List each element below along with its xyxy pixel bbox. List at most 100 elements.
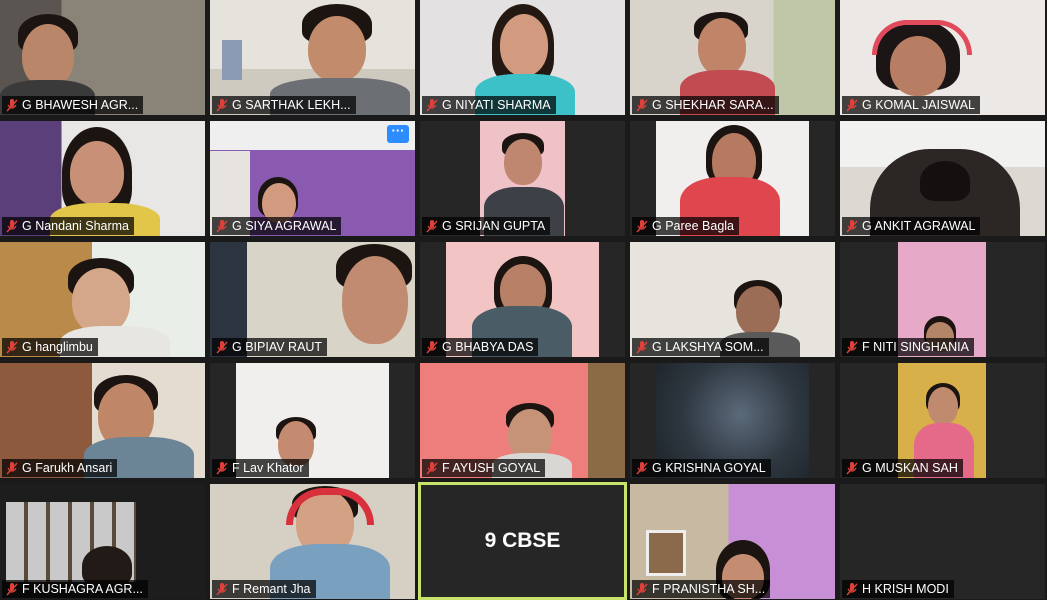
participant-name-tag: G BHAWESH AGR... <box>2 96 144 114</box>
participant-name: G KOMAL JAISWAL <box>862 98 975 112</box>
participant-name: G LAKSHYA SOM... <box>652 340 764 354</box>
participant-name-tag: G MUSKAN SAH <box>842 459 963 477</box>
participant-name: F NITI SINGHANIA <box>862 340 969 354</box>
participant-name: F PRANISTHA SH... <box>652 582 766 596</box>
participant-name-label: 9 CBSE <box>484 529 561 552</box>
participant-name: G BHABYA DAS <box>442 340 534 354</box>
participant-name: G BHAWESH AGR... <box>22 98 139 112</box>
muted-mic-icon <box>636 461 648 475</box>
participant-tile[interactable]: G hanglimbu <box>0 242 205 357</box>
muted-mic-icon <box>216 98 228 112</box>
participant-tile[interactable]: G KRISHNA GOYAL <box>630 363 835 478</box>
participant-tile[interactable]: G BHABYA DAS <box>420 242 625 357</box>
participant-name: G ANKIT AGRAWAL <box>862 219 976 233</box>
muted-mic-icon <box>6 98 18 112</box>
muted-mic-icon <box>426 219 438 233</box>
participant-name-tag: F Lav Khator <box>212 459 309 477</box>
participant-tile[interactable]: ··· G SIYA AGRAWAL <box>210 121 415 236</box>
participant-name: G MUSKAN SAH <box>862 461 958 475</box>
participant-tile[interactable]: G Nandani Sharma <box>0 121 205 236</box>
participant-name: G SRIJAN GUPTA <box>442 219 546 233</box>
muted-mic-icon <box>216 340 228 354</box>
participant-name-tag: G BIPIAV RAUT <box>212 338 328 356</box>
gallery-view-grid: G BHAWESH AGR... G SARTHAK LEKH... G NIY… <box>0 0 1047 600</box>
participant-name-tag: G Nandani Sharma <box>2 217 135 235</box>
muted-mic-icon <box>636 98 648 112</box>
muted-mic-icon <box>426 461 438 475</box>
participant-name: G Farukh Ansari <box>22 461 113 475</box>
participant-name: F AYUSH GOYAL <box>442 461 541 475</box>
muted-mic-icon <box>216 461 228 475</box>
muted-mic-icon <box>216 582 228 596</box>
muted-mic-icon <box>636 582 648 596</box>
participant-name: G Nandani Sharma <box>22 219 130 233</box>
participant-name-tag: F NITI SINGHANIA <box>842 338 974 356</box>
participant-tile[interactable]: G BHAWESH AGR... <box>0 0 205 115</box>
muted-mic-icon <box>6 219 18 233</box>
participant-name: G NIYATI SHARMA <box>442 98 551 112</box>
participant-name-tag: G SIYA AGRAWAL <box>212 217 342 235</box>
muted-mic-icon <box>636 219 648 233</box>
muted-mic-icon <box>636 340 648 354</box>
muted-mic-icon <box>6 461 18 475</box>
participant-tile[interactable]: G LAKSHYA SOM... <box>630 242 835 357</box>
participant-name: H KRISH MODI <box>862 582 949 596</box>
participant-tile[interactable]: G ANKIT AGRAWAL <box>840 121 1045 236</box>
participant-name-tag: G ANKIT AGRAWAL <box>842 217 981 235</box>
participant-name: G SIYA AGRAWAL <box>232 219 337 233</box>
muted-mic-icon <box>846 340 858 354</box>
participant-tile[interactable]: G NIYATI SHARMA <box>420 0 625 115</box>
muted-mic-icon <box>846 219 858 233</box>
participant-name: G BIPIAV RAUT <box>232 340 323 354</box>
participant-tile[interactable]: F KUSHAGRA AGR... <box>0 484 205 599</box>
participant-tile[interactable]: G KOMAL JAISWAL <box>840 0 1045 115</box>
more-options-button[interactable]: ··· <box>387 124 409 143</box>
participant-name-tag: F PRANISTHA SH... <box>632 580 771 598</box>
muted-mic-icon <box>846 461 858 475</box>
participant-tile[interactable]: F NITI SINGHANIA <box>840 242 1045 357</box>
participant-tile[interactable]: G MUSKAN SAH <box>840 363 1045 478</box>
participant-name-tag: H KRISH MODI <box>842 580 954 598</box>
muted-mic-icon <box>846 582 858 596</box>
participant-name: G KRISHNA GOYAL <box>652 461 766 475</box>
participant-name: G Paree Bagla <box>652 219 734 233</box>
participant-name: G SARTHAK LEKH... <box>232 98 351 112</box>
participant-name-tag: G KRISHNA GOYAL <box>632 459 771 477</box>
participant-name-tag: G hanglimbu <box>2 338 98 356</box>
participant-tile[interactable]: G SARTHAK LEKH... <box>210 0 415 115</box>
participant-tile[interactable]: G BIPIAV RAUT <box>210 242 415 357</box>
participant-name: G hanglimbu <box>22 340 93 354</box>
participant-tile[interactable]: G SRIJAN GUPTA <box>420 121 625 236</box>
participant-name-tag: F AYUSH GOYAL <box>422 459 546 477</box>
muted-mic-icon <box>6 340 18 354</box>
participant-tile[interactable]: F AYUSH GOYAL <box>420 363 625 478</box>
participant-tile[interactable]: F Lav Khator <box>210 363 415 478</box>
participant-name-tag: G BHABYA DAS <box>422 338 539 356</box>
participant-tile[interactable]: G SHEKHAR SARA... <box>630 0 835 115</box>
participant-name-tag: F Remant Jha <box>212 580 316 598</box>
participant-name: F Remant Jha <box>232 582 311 596</box>
muted-mic-icon <box>426 98 438 112</box>
participant-name-tag: G KOMAL JAISWAL <box>842 96 980 114</box>
participant-name: F Lav Khator <box>232 461 304 475</box>
participant-name-tag: G LAKSHYA SOM... <box>632 338 769 356</box>
participant-tile[interactable]: G Paree Bagla <box>630 121 835 236</box>
participant-tile[interactable]: F PRANISTHA SH... <box>630 484 835 599</box>
muted-mic-icon <box>6 582 18 596</box>
participant-name-tag: F KUSHAGRA AGR... <box>2 580 148 598</box>
muted-mic-icon <box>426 340 438 354</box>
active-speaker-tile[interactable]: 9 CBSE <box>418 482 627 600</box>
participant-name-tag: G Paree Bagla <box>632 217 739 235</box>
participant-tile[interactable]: F Remant Jha <box>210 484 415 599</box>
participant-name-tag: G SHEKHAR SARA... <box>632 96 779 114</box>
participant-name: G SHEKHAR SARA... <box>652 98 774 112</box>
muted-mic-icon <box>846 98 858 112</box>
participant-tile[interactable]: H KRISH MODI <box>840 484 1045 599</box>
participant-name-tag: G SARTHAK LEKH... <box>212 96 356 114</box>
participant-tile[interactable]: G Farukh Ansari <box>0 363 205 478</box>
participant-name-tag: G NIYATI SHARMA <box>422 96 556 114</box>
participant-name-tag: G SRIJAN GUPTA <box>422 217 551 235</box>
participant-name: F KUSHAGRA AGR... <box>22 582 143 596</box>
participant-name-tag: G Farukh Ansari <box>2 459 118 477</box>
muted-mic-icon <box>216 219 228 233</box>
